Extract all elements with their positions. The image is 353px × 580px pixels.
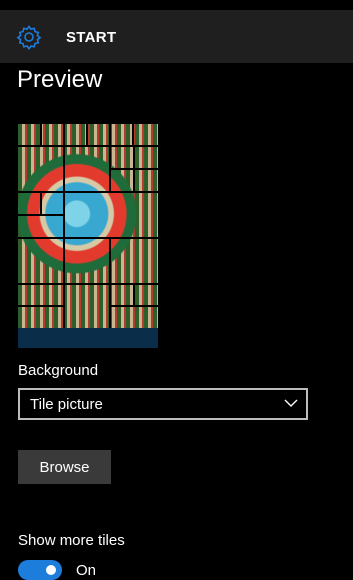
background-label: Background: [18, 362, 99, 379]
background-dropdown[interactable]: Tile picture: [18, 388, 308, 420]
tile-footer: [18, 328, 158, 348]
show-more-tiles-label: Show more tiles: [18, 532, 125, 549]
chevron-down-icon: [284, 399, 298, 407]
gear-icon[interactable]: [16, 24, 42, 51]
start-preview: [18, 124, 158, 348]
top-bar: START: [0, 10, 353, 63]
browse-button[interactable]: Browse: [18, 450, 111, 484]
page-title: START: [66, 29, 117, 46]
background-selected-value: Tile picture: [30, 396, 103, 413]
toggle-state-label: On: [76, 562, 97, 579]
show-more-tiles-toggle[interactable]: [18, 560, 62, 580]
tile-grid: [18, 124, 158, 328]
preview-heading: Preview: [17, 66, 103, 93]
